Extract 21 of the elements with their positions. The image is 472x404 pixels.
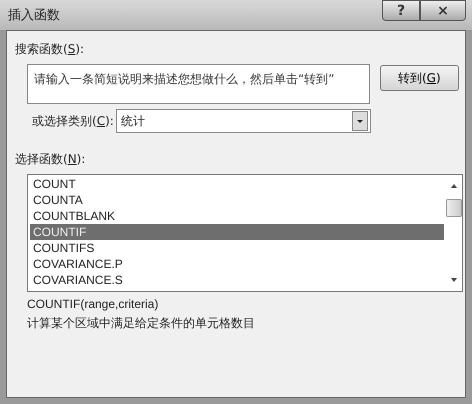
function-list-label: 选择函数(N): xyxy=(15,151,86,168)
function-list-item[interactable]: COVARIANCE.P xyxy=(30,256,444,272)
search-label: 搜索函数(S): xyxy=(15,41,86,58)
function-list-item[interactable]: COUNT xyxy=(30,176,444,192)
function-list-item[interactable]: COUNTBLANK xyxy=(30,208,444,224)
function-list-item[interactable]: COUNTA xyxy=(30,192,444,208)
scroll-down-icon[interactable] xyxy=(450,277,458,283)
help-button[interactable]: ? xyxy=(382,0,420,21)
category-label: 或选择类别(C): xyxy=(32,112,114,130)
function-list-item[interactable]: COVARIANCE.S xyxy=(30,272,444,288)
function-list-item[interactable]: COUNTIFS xyxy=(30,240,444,256)
function-list-item[interactable]: COUNTIF xyxy=(30,224,444,240)
function-syntax: COUNTIF(range,criteria) xyxy=(27,297,160,311)
window-title: 插入函数 xyxy=(8,7,60,24)
close-button[interactable]: × xyxy=(420,0,466,21)
scroll-up-icon[interactable] xyxy=(450,183,458,189)
category-dropdown[interactable]: 统计 xyxy=(116,109,371,133)
search-field[interactable]: 请输入一条简短说明来描述您想做什么，然后单击“转到” xyxy=(27,64,370,104)
scrollbar-thumb[interactable] xyxy=(446,199,462,217)
go-button[interactable]: 转到(G) xyxy=(380,65,459,91)
function-description: 计算某个区域中满足给定条件的单元格数目 xyxy=(27,315,256,332)
